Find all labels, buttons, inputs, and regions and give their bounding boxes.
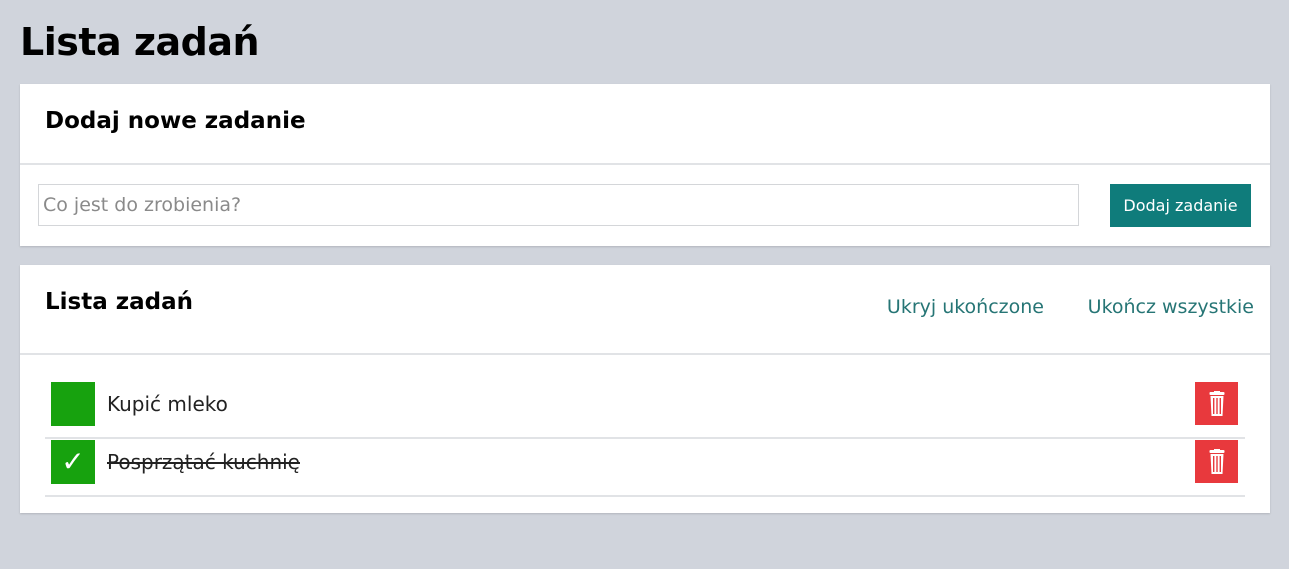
- trash-icon: [1209, 390, 1224, 416]
- page-title: Lista zadań: [20, 20, 260, 64]
- add-task-title: Dodaj nowe zadanie: [45, 108, 306, 134]
- task-list-title: Lista zadań: [45, 289, 194, 315]
- add-task-header: Dodaj nowe zadanie: [20, 84, 1270, 165]
- hide-completed-link[interactable]: Ukryj ukończone: [887, 296, 1044, 318]
- task-label: Posprzątać kuchnię: [107, 450, 300, 474]
- task-row: Kupić mleko: [45, 379, 1245, 439]
- task-label: Kupić mleko: [107, 392, 228, 416]
- trash-icon: [1209, 448, 1224, 474]
- add-task-button[interactable]: Dodaj zadanie: [1110, 184, 1251, 227]
- task-list-card: Lista zadań Ukryj ukończone Ukończ wszys…: [20, 265, 1270, 513]
- task-list-header: Lista zadań Ukryj ukończone Ukończ wszys…: [20, 265, 1270, 355]
- new-task-input[interactable]: [38, 184, 1079, 226]
- task-checkbox[interactable]: ✓: [51, 440, 95, 484]
- add-task-card: Dodaj nowe zadanie Dodaj zadanie: [20, 84, 1270, 246]
- delete-task-button[interactable]: [1195, 382, 1238, 425]
- task-checkbox[interactable]: [51, 382, 95, 426]
- check-icon: ✓: [61, 445, 85, 478]
- task-row: ✓ Posprzątać kuchnię: [45, 437, 1245, 497]
- complete-all-link[interactable]: Ukończ wszystkie: [1088, 296, 1254, 318]
- delete-task-button[interactable]: [1195, 440, 1238, 483]
